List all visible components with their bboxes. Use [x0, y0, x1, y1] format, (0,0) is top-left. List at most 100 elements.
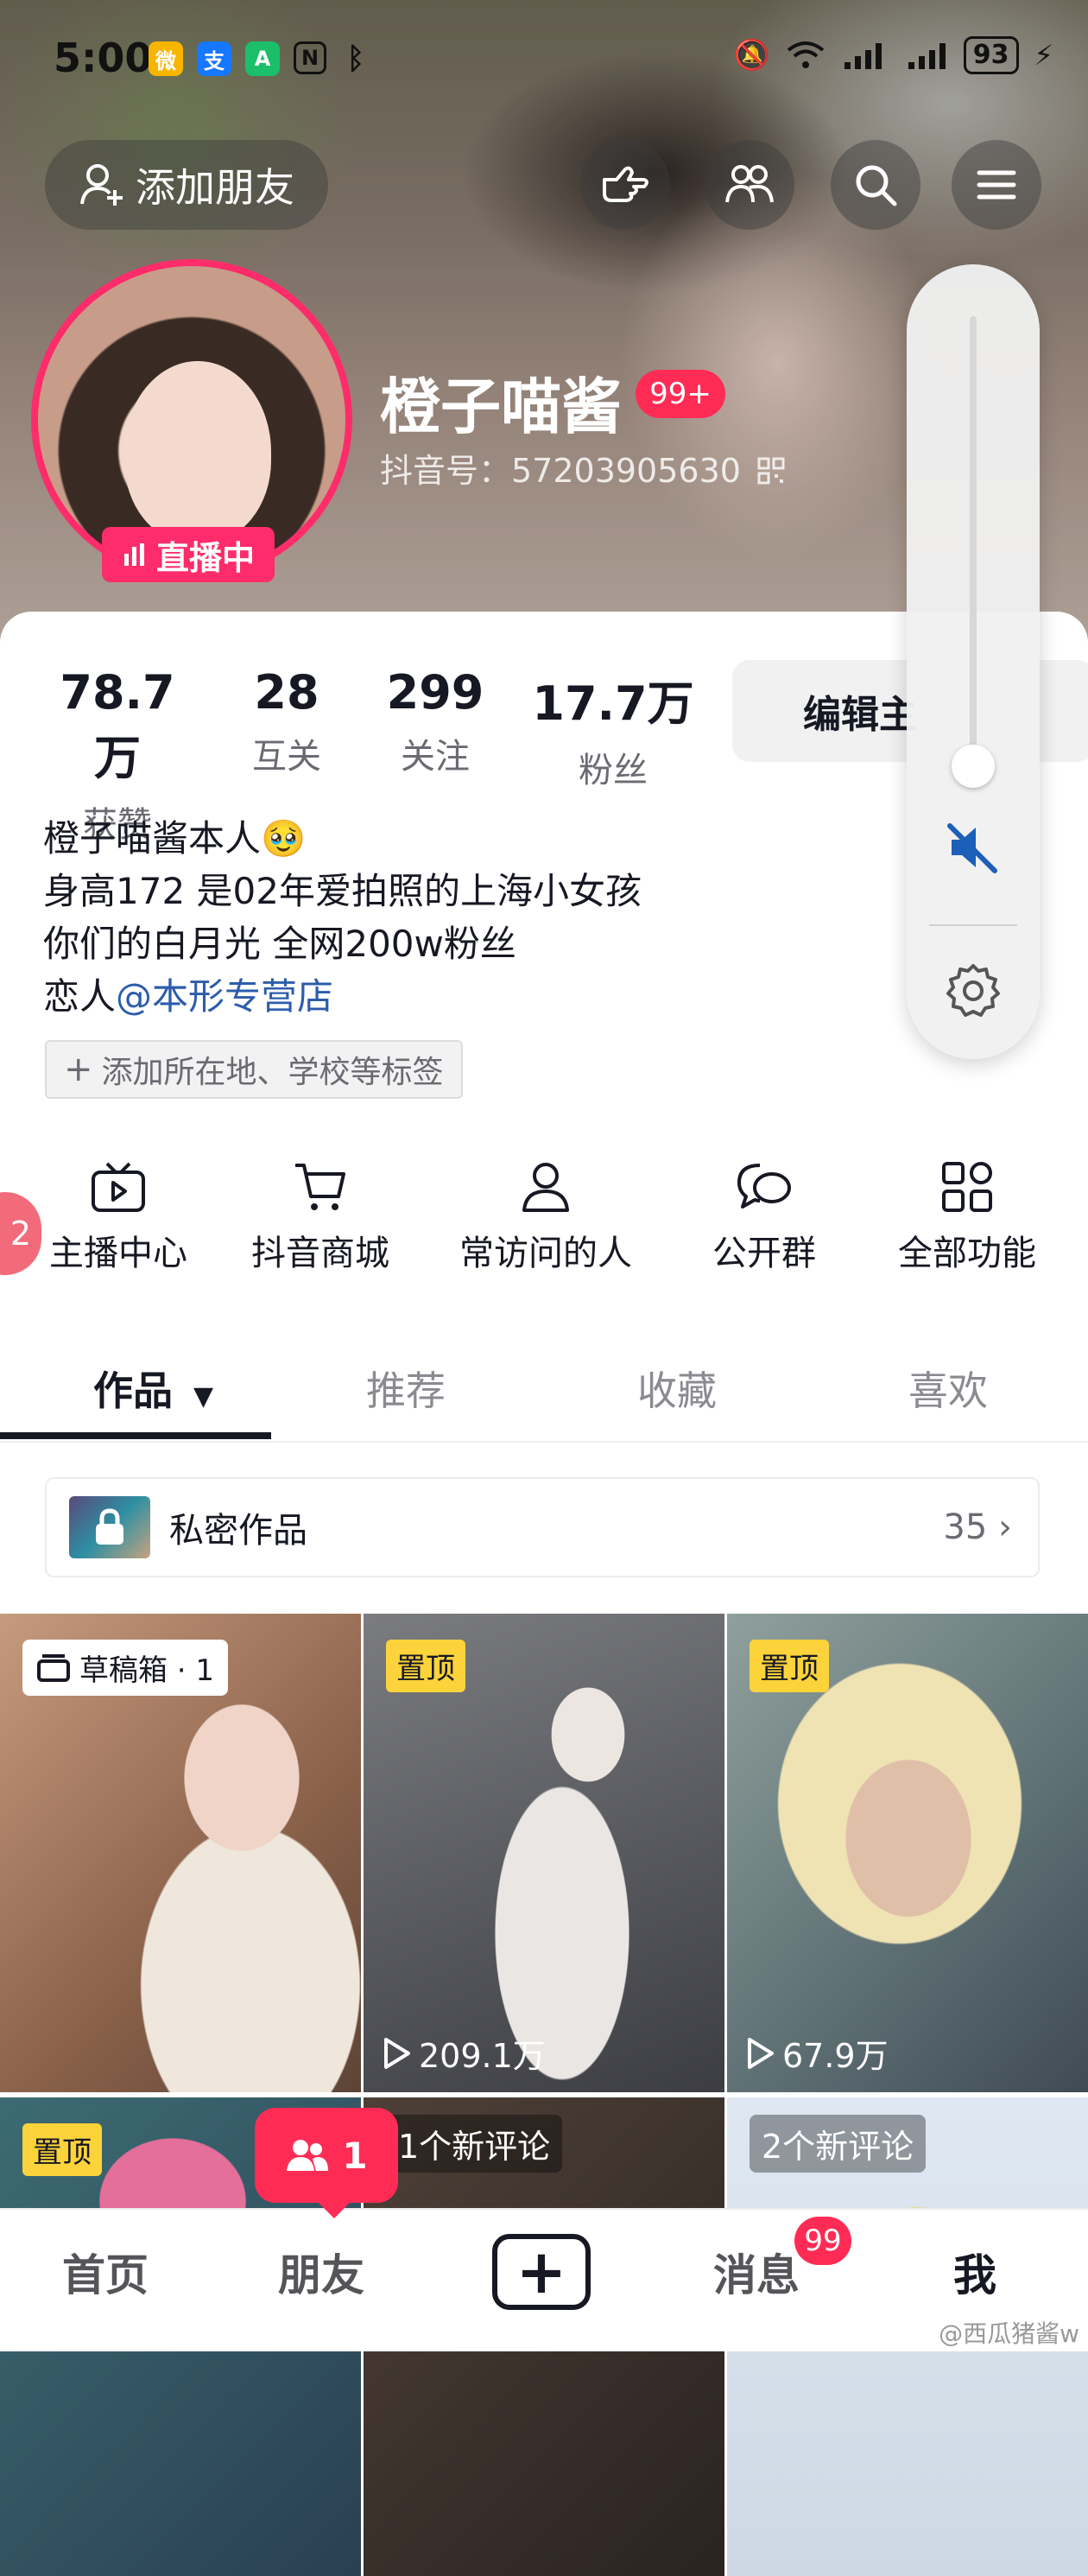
function-all[interactable]: 全部功能	[889, 1149, 1045, 1275]
lock-icon	[96, 1508, 123, 1545]
tab-works[interactable]: 作品 ▼	[93, 1360, 213, 1417]
tab-recommend[interactable]: 推荐	[366, 1360, 446, 1417]
function-shortcuts: 主播中心 抖音商城 常访问的人 公开群 全部功能	[0, 1149, 1088, 1287]
nav-me[interactable]: 我	[953, 2241, 996, 2303]
stat-value: 28	[254, 665, 319, 720]
tab-likes[interactable]: 喜欢	[908, 1360, 988, 1417]
function-label: 常访问的人	[459, 1234, 632, 1273]
menu-button[interactable]	[952, 140, 1041, 230]
live-label: 直播中	[155, 538, 255, 577]
play-count-value: 67.9万	[782, 2037, 889, 2075]
gesture-button[interactable]	[580, 140, 670, 230]
mute-notification-icon: 🔕	[733, 38, 770, 73]
stat-value: 78.7万	[60, 665, 175, 785]
signal-icon-2	[908, 43, 946, 69]
private-works-row[interactable]: 私密作品 35 ›	[45, 1477, 1040, 1577]
new-comment-badge: 1个新评论	[386, 2115, 563, 2173]
status-time: 5:00	[54, 35, 153, 81]
profile-name: 橙子喵酱	[380, 371, 622, 442]
nfc-icon: N	[294, 41, 326, 74]
wifi-icon	[787, 41, 825, 68]
gear-icon[interactable]	[943, 961, 1003, 1021]
stat-label: 互关	[252, 737, 321, 777]
function-label: 抖音商城	[251, 1234, 389, 1273]
drafts-label: 草稿箱 · 1	[79, 1653, 215, 1688]
friends-activity-count: 1	[342, 2134, 368, 2177]
bio-line: 身高172 是02年爱拍照的上海小女孩	[43, 870, 642, 912]
nav-friends[interactable]: 朋友	[278, 2241, 364, 2303]
stat-label: 关注	[401, 737, 470, 777]
bluetooth-icon: ᛒ	[346, 41, 365, 76]
private-works-count: 35 ›	[943, 1507, 1012, 1547]
drafts-box-icon	[37, 1653, 70, 1682]
tab-favorites[interactable]: 收藏	[637, 1360, 717, 1417]
video-thumbnail[interactable]: 置顶 209.1万	[364, 1614, 724, 2092]
play-outline-icon	[748, 2037, 774, 2069]
volume-divider	[929, 924, 1017, 926]
search-button[interactable]	[831, 140, 920, 230]
create-post-button[interactable]: +	[492, 2234, 591, 2310]
play-count-value: 209.1万	[419, 2037, 546, 2075]
function-public-groups[interactable]: 公开群	[699, 1149, 829, 1275]
app-notification-icon: A	[245, 41, 280, 76]
bio-line: 你们的白月光 全网200w粉丝	[43, 923, 516, 965]
tab-label: 作品	[93, 1367, 173, 1414]
function-label: 全部功能	[898, 1234, 1036, 1273]
private-count-value: 35	[943, 1507, 988, 1547]
add-friend-label: 添加朋友	[136, 164, 294, 211]
cart-icon	[295, 1164, 345, 1210]
bottom-navigation: 首页 朋友 + 消息 99 我	[0, 2208, 1088, 2351]
video-thumbnail[interactable]: 草稿箱 · 1	[0, 1614, 361, 2092]
volume-panel	[907, 264, 1040, 1059]
volume-slider-knob[interactable]	[952, 745, 995, 788]
stat-label: 粉丝	[579, 751, 648, 790]
weibo-app-icon: 微	[149, 41, 183, 76]
private-works-thumbnail	[69, 1496, 150, 1558]
volume-slider-track[interactable]	[970, 316, 977, 765]
alipay-app-icon: 支	[197, 41, 231, 76]
function-frequent-visitors[interactable]: 常访问的人	[451, 1149, 641, 1275]
stat-value: 17.7万	[532, 676, 694, 731]
pinned-badge: 置顶	[22, 2123, 102, 2176]
pinned-badge: 置顶	[750, 1640, 829, 1692]
name-notification-badge[interactable]: 99+	[636, 370, 725, 418]
friends-button[interactable]	[705, 140, 794, 230]
search-icon	[856, 165, 897, 206]
qr-code-icon	[757, 457, 785, 485]
chevron-right-icon: ›	[998, 1507, 1012, 1547]
bio-mention-link[interactable]: @本形专营店	[116, 975, 333, 1018]
private-works-label: 私密作品	[169, 1511, 307, 1551]
person-icon	[522, 1163, 569, 1212]
plus-icon: +	[516, 2237, 567, 2307]
charging-icon: ⚡	[1034, 39, 1053, 72]
bio-line: 橙子喵酱本人🥹	[43, 817, 307, 860]
hamburger-menu-icon	[977, 170, 1016, 200]
douyin-id[interactable]: 抖音号：57203905630	[380, 444, 786, 492]
function-label: 主播中心	[49, 1234, 187, 1273]
live-bars-icon	[123, 543, 144, 566]
play-outline-icon	[384, 2037, 410, 2069]
play-count: 209.1万	[381, 2029, 546, 2077]
bio-prefix: 恋人	[43, 975, 117, 1018]
add-friend-button[interactable]: 添加朋友	[45, 140, 328, 230]
content-tabs: 作品 ▼ 推荐 收藏 喜欢	[0, 1337, 1088, 1443]
add-tags-label: 添加所在地、学校等标签	[101, 1055, 444, 1090]
messages-badge: 99	[794, 2217, 851, 2265]
nav-messages[interactable]: 消息	[713, 2241, 800, 2303]
signal-icon-1	[844, 43, 882, 69]
video-thumbnail[interactable]: 置顶 67.9万	[727, 1614, 1088, 2092]
function-label: 公开群	[712, 1234, 816, 1273]
status-bar: 5:00 微 支 A N ᛒ 🔕 93 ⚡	[0, 0, 1088, 121]
live-badge[interactable]: 直播中	[102, 527, 275, 582]
add-person-icon	[80, 164, 123, 206]
friends-activity-popup[interactable]: 1	[255, 2108, 398, 2218]
watermark: @西瓜猪酱w	[939, 2319, 1079, 2348]
function-anchor-center[interactable]: 主播中心	[45, 1149, 192, 1275]
add-tags-chip[interactable]: + 添加所在地、学校等标签	[45, 1040, 463, 1099]
stat-value: 299	[386, 665, 484, 720]
nav-home[interactable]: 首页	[62, 2241, 149, 2303]
function-mall[interactable]: 抖音商城	[247, 1149, 394, 1275]
speaker-muted-icon[interactable]	[943, 817, 1003, 878]
people-icon	[725, 165, 774, 203]
pointing-hand-icon	[603, 166, 648, 202]
